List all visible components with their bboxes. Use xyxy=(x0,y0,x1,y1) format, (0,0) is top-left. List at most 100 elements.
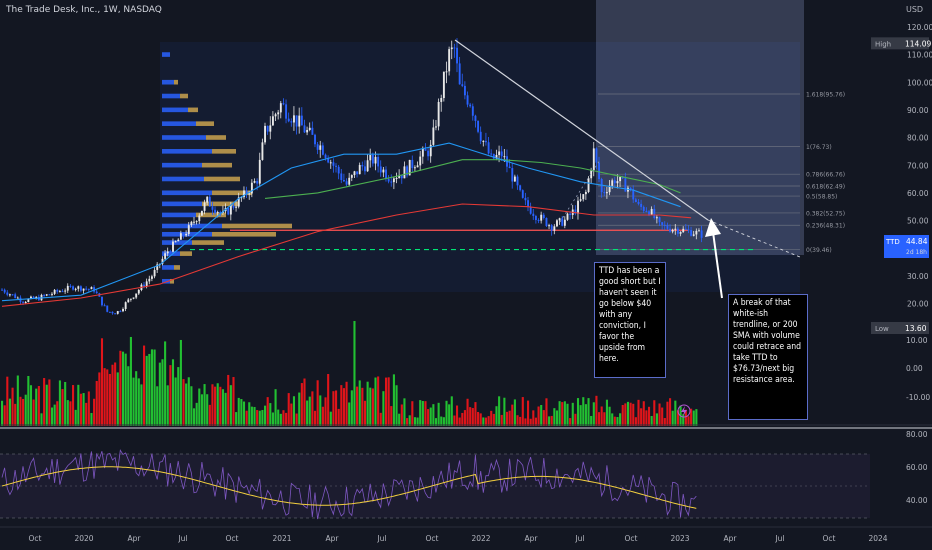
candle-body xyxy=(3,289,6,293)
price-chart[interactable]: 120.00 110.00 100.00 90.00 80.00 70.00 60.00 50… xyxy=(0,0,932,550)
candle-body xyxy=(135,293,138,298)
volume-bar xyxy=(69,401,72,426)
candle-body xyxy=(169,251,172,253)
candle-body xyxy=(411,159,414,169)
volume-bar xyxy=(242,401,246,426)
candle-body xyxy=(655,217,658,219)
volume-profile-bar-blue xyxy=(162,176,204,182)
candle-body xyxy=(206,196,209,203)
candle-body xyxy=(653,208,656,219)
candle-body xyxy=(151,276,153,279)
candle-body xyxy=(524,197,527,201)
candle-body xyxy=(661,222,664,225)
annotation-right: A break of that white-ish trendline, or … xyxy=(728,294,808,420)
volume-bar xyxy=(374,377,377,426)
time-tick-label: Jul xyxy=(774,534,784,543)
candle-body xyxy=(48,294,51,296)
volume-bar xyxy=(574,413,577,426)
volume-bar xyxy=(77,384,80,426)
candle-body xyxy=(77,286,80,289)
volume-bar xyxy=(150,349,154,426)
volume-bar xyxy=(369,387,372,426)
candle-body xyxy=(208,196,211,207)
volume-bar xyxy=(282,410,285,426)
volume-bar xyxy=(232,377,235,426)
volume-bar xyxy=(124,353,127,426)
volume-bar xyxy=(403,398,406,426)
volume-bar xyxy=(208,404,211,426)
candle-body xyxy=(295,115,298,127)
volume-bar xyxy=(135,371,138,426)
candle-body xyxy=(440,98,443,102)
volume-bar xyxy=(661,407,664,426)
volume-bar xyxy=(290,403,293,426)
candle-body xyxy=(172,241,174,252)
candle-body xyxy=(316,144,319,150)
volume-bar xyxy=(64,381,67,426)
candle-body xyxy=(45,294,48,296)
volume-bar xyxy=(98,372,101,426)
volume-bar xyxy=(114,362,117,426)
volume-bar xyxy=(379,412,382,426)
volume-bar xyxy=(106,369,109,426)
volume-bar xyxy=(85,402,88,426)
volume-bar xyxy=(287,393,290,426)
candle-body xyxy=(516,176,519,186)
candle-body xyxy=(542,214,545,218)
volume-bar xyxy=(384,377,388,426)
candle-body xyxy=(577,200,579,214)
volume-bar xyxy=(527,400,530,426)
volume-bar xyxy=(29,385,33,426)
annotation-left: TTD has been a good short but I haven't … xyxy=(594,262,666,378)
candle-body xyxy=(274,114,277,117)
candle-body xyxy=(598,162,601,180)
candle-body xyxy=(437,101,440,127)
volume-bar xyxy=(22,398,25,426)
candle-body xyxy=(374,156,377,164)
candle-body xyxy=(579,199,582,201)
volume-bar xyxy=(8,398,11,426)
volume-profile-bar-gold xyxy=(196,121,214,126)
fib-level-label: 0.786(66.76) xyxy=(806,172,845,179)
candle-body xyxy=(271,116,274,126)
candle-body xyxy=(250,182,253,194)
volume-bar xyxy=(356,386,359,426)
volume-bar xyxy=(353,321,356,426)
volume-profile-bar-blue xyxy=(162,162,202,168)
candle-body xyxy=(687,229,690,231)
volume-bar xyxy=(390,406,393,426)
candle-body xyxy=(235,206,238,208)
volume-bar xyxy=(179,339,182,426)
candle-body xyxy=(64,290,67,292)
candle-body xyxy=(392,178,395,183)
candle-body xyxy=(456,47,458,64)
candle-body xyxy=(666,225,669,229)
volume-bar xyxy=(437,402,440,426)
volume-profile-bar-gold xyxy=(202,162,232,168)
candle-body xyxy=(561,218,564,226)
time-tick-label: Oct xyxy=(29,534,42,543)
candle-body xyxy=(253,181,256,183)
volume-bar xyxy=(137,378,140,426)
candle-body xyxy=(508,166,511,169)
candle-body xyxy=(111,311,114,314)
volume-bar xyxy=(666,401,669,426)
candle-body xyxy=(124,302,127,309)
volume-bar xyxy=(566,403,569,426)
time-tick-label: Apr xyxy=(128,534,142,543)
volume-bar xyxy=(303,378,306,426)
candle-body xyxy=(450,47,453,50)
volume-bar xyxy=(219,386,222,426)
price-tick-label: 110.00 xyxy=(907,51,932,60)
volume-bar xyxy=(324,397,327,426)
volume-bar xyxy=(377,376,380,426)
rsi-axis-label: 60.00 xyxy=(906,463,928,472)
volume-bar xyxy=(229,385,232,426)
volume-bar xyxy=(419,400,422,426)
candle-body xyxy=(85,288,88,290)
candle-body xyxy=(698,230,700,232)
volume-bar xyxy=(14,403,17,426)
volume-bar xyxy=(561,402,564,426)
volume-bar xyxy=(469,407,472,426)
volume-bar xyxy=(669,398,672,426)
